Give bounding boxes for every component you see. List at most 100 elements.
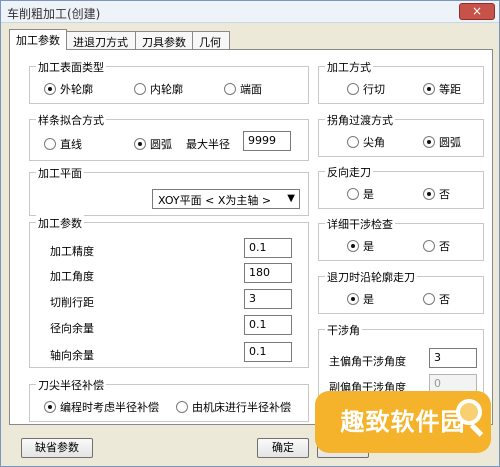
tab-geometry[interactable]: 几何 <box>192 31 230 49</box>
radio-outer-contour[interactable]: 外轮廓 <box>44 81 93 97</box>
radio-label: 由机床进行半径补偿 <box>192 401 291 414</box>
radio-label: 是 <box>363 293 374 306</box>
radio-dot <box>44 83 56 95</box>
radio-label: 行切 <box>363 83 385 96</box>
radio-retract-no[interactable]: 否 <box>423 291 450 307</box>
radio-round-corner[interactable]: 圆弧 <box>423 134 461 150</box>
radio-label: 等距 <box>439 83 461 96</box>
radio-label: 圆弧 <box>150 138 172 151</box>
radio-dot <box>423 293 435 305</box>
radio-machine-comp[interactable]: 由机床进行半径补偿 <box>176 399 291 415</box>
machining-plane-group: 加工平面 XOY平面 < X为主轴 > ▼ <box>29 165 309 216</box>
radio-label: 否 <box>439 240 450 253</box>
primary-angle-input[interactable]: 3 <box>429 348 477 368</box>
radio-dot <box>347 293 359 305</box>
step-over-label: 切削行距 <box>50 296 94 309</box>
radio-check-yes[interactable]: 是 <box>347 238 374 254</box>
radio-label: 外轮廓 <box>60 83 93 96</box>
angle-label: 加工角度 <box>50 270 94 283</box>
reverse-cut-title: 反向走刀 <box>325 164 373 180</box>
primary-angle-label: 主偏角干涉角度 <box>329 355 406 368</box>
radio-dot <box>423 83 435 95</box>
tab-machining-params[interactable]: 加工参数 <box>9 29 67 50</box>
retract-contour-title: 退刀时沿轮廓走刀 <box>325 269 417 285</box>
close-button[interactable]: × <box>459 3 495 20</box>
radio-label: 是 <box>363 240 374 253</box>
tip-compensation-group: 刀尖半径补偿 编程时考虑半径补偿 由机床进行半径补偿 <box>29 377 309 422</box>
radial-allowance-label: 径向余量 <box>50 322 94 335</box>
radio-label: 内轮廓 <box>150 83 183 96</box>
max-radius-input[interactable]: 9999 <box>243 131 291 151</box>
radio-reverse-no[interactable]: 否 <box>423 186 450 202</box>
radio-label: 尖角 <box>363 136 385 149</box>
dropdown-arrow-icon: ▼ <box>287 193 295 204</box>
tip-compensation-title: 刀尖半径补偿 <box>36 377 106 393</box>
radio-program-comp[interactable]: 编程时考虑半径补偿 <box>44 399 159 415</box>
tab-tool-params[interactable]: 刀具参数 <box>135 31 193 49</box>
spline-fit-title: 样条拟合方式 <box>36 112 106 128</box>
reverse-cut-group: 反向走刀 是 否 <box>318 164 484 209</box>
radio-label: 端面 <box>240 83 262 96</box>
machining-params-group: 加工参数 加工精度 0.1 加工角度 180 切削行距 3 径向余量 0.1 轴… <box>29 215 309 368</box>
interference-angle-title: 干涉角 <box>325 322 362 338</box>
watermark-logo: 趣致软件园 <box>315 391 491 453</box>
radio-dot <box>44 138 56 150</box>
step-over-input[interactable]: 3 <box>244 289 292 309</box>
radio-dot <box>423 136 435 148</box>
retract-contour-group: 退刀时沿轮廓走刀 是 否 <box>318 269 484 314</box>
surface-type-group: 加工表面类型 外轮廓 内轮廓 端面 <box>29 59 309 104</box>
radio-dot <box>224 83 236 95</box>
radio-dot <box>44 401 56 413</box>
radio-dot <box>176 401 188 413</box>
machining-params-title: 加工参数 <box>36 215 84 231</box>
corner-transition-group: 拐角过渡方式 尖角 圆弧 <box>318 112 484 157</box>
watermark-text: 趣致软件园 <box>340 408 466 436</box>
radio-label: 否 <box>439 188 450 201</box>
process-mode-title: 加工方式 <box>325 59 373 75</box>
machining-plane-title: 加工平面 <box>36 165 84 181</box>
radio-label: 否 <box>439 293 450 306</box>
axial-allowance-label: 轴向余量 <box>50 349 94 362</box>
angle-input[interactable]: 180 <box>244 263 292 283</box>
defaults-button[interactable]: 缺省参数 <box>21 438 93 458</box>
tab-panel: 加工表面类型 外轮廓 内轮廓 端面 样条拟合方式 直线 圆弧 最大半径 9999… <box>9 49 493 425</box>
radio-sharp-corner[interactable]: 尖角 <box>347 134 385 150</box>
radio-label: 编程时考虑半径补偿 <box>60 401 159 414</box>
radio-dot <box>423 188 435 200</box>
spline-fit-group: 样条拟合方式 直线 圆弧 最大半径 9999 <box>29 112 309 161</box>
radio-dot <box>134 138 146 150</box>
radio-dot <box>423 240 435 252</box>
process-mode-group: 加工方式 行切 等距 <box>318 59 484 104</box>
interference-check-group: 详细干涉检查 是 否 <box>318 216 484 261</box>
radio-line-cut[interactable]: 行切 <box>347 81 385 97</box>
radio-dot <box>347 83 359 95</box>
machining-plane-value: XOY平面 < X为主轴 > <box>158 194 272 207</box>
machining-plane-select[interactable]: XOY平面 < X为主轴 > ▼ <box>152 189 300 209</box>
radial-allowance-input[interactable]: 0.1 <box>244 315 292 335</box>
radio-line[interactable]: 直线 <box>44 136 82 152</box>
radio-label: 圆弧 <box>439 136 461 149</box>
interference-check-title: 详细干涉检查 <box>325 216 395 232</box>
tab-approach-retract[interactable]: 进退刀方式 <box>66 31 136 49</box>
radio-dot <box>347 136 359 148</box>
max-radius-label: 最大半径 <box>186 138 230 151</box>
radio-arc[interactable]: 圆弧 <box>134 136 172 152</box>
radio-end-face[interactable]: 端面 <box>224 81 262 97</box>
window-title: 车削粗加工(创建) <box>7 7 101 21</box>
radio-offset[interactable]: 等距 <box>423 81 461 97</box>
corner-transition-title: 拐角过渡方式 <box>325 112 395 128</box>
precision-input[interactable]: 0.1 <box>244 238 292 258</box>
radio-dot <box>347 188 359 200</box>
ok-button[interactable]: 确定 <box>257 438 309 458</box>
title-bar[interactable]: 车削粗加工(创建) × <box>1 1 499 23</box>
dialog-window: 车削粗加工(创建) × 加工参数 进退刀方式 刀具参数 几何 加工表面类型 外轮… <box>0 0 500 467</box>
radio-inner-contour[interactable]: 内轮廓 <box>134 81 183 97</box>
axial-allowance-input[interactable]: 0.1 <box>244 342 292 362</box>
radio-dot <box>347 240 359 252</box>
radio-check-no[interactable]: 否 <box>423 238 450 254</box>
precision-label: 加工精度 <box>50 245 94 258</box>
radio-label: 是 <box>363 188 374 201</box>
radio-retract-yes[interactable]: 是 <box>347 291 374 307</box>
radio-label: 直线 <box>60 138 82 151</box>
radio-reverse-yes[interactable]: 是 <box>347 186 374 202</box>
